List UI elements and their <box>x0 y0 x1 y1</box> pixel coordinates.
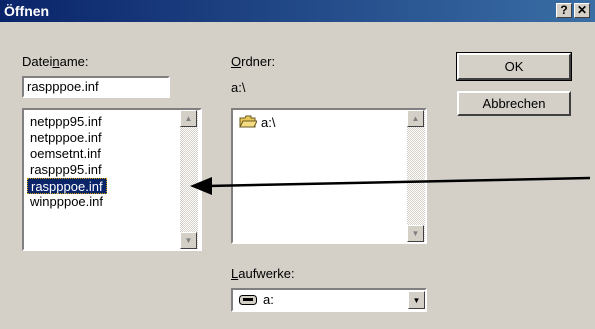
arrow-pointer-annotation <box>190 176 591 195</box>
